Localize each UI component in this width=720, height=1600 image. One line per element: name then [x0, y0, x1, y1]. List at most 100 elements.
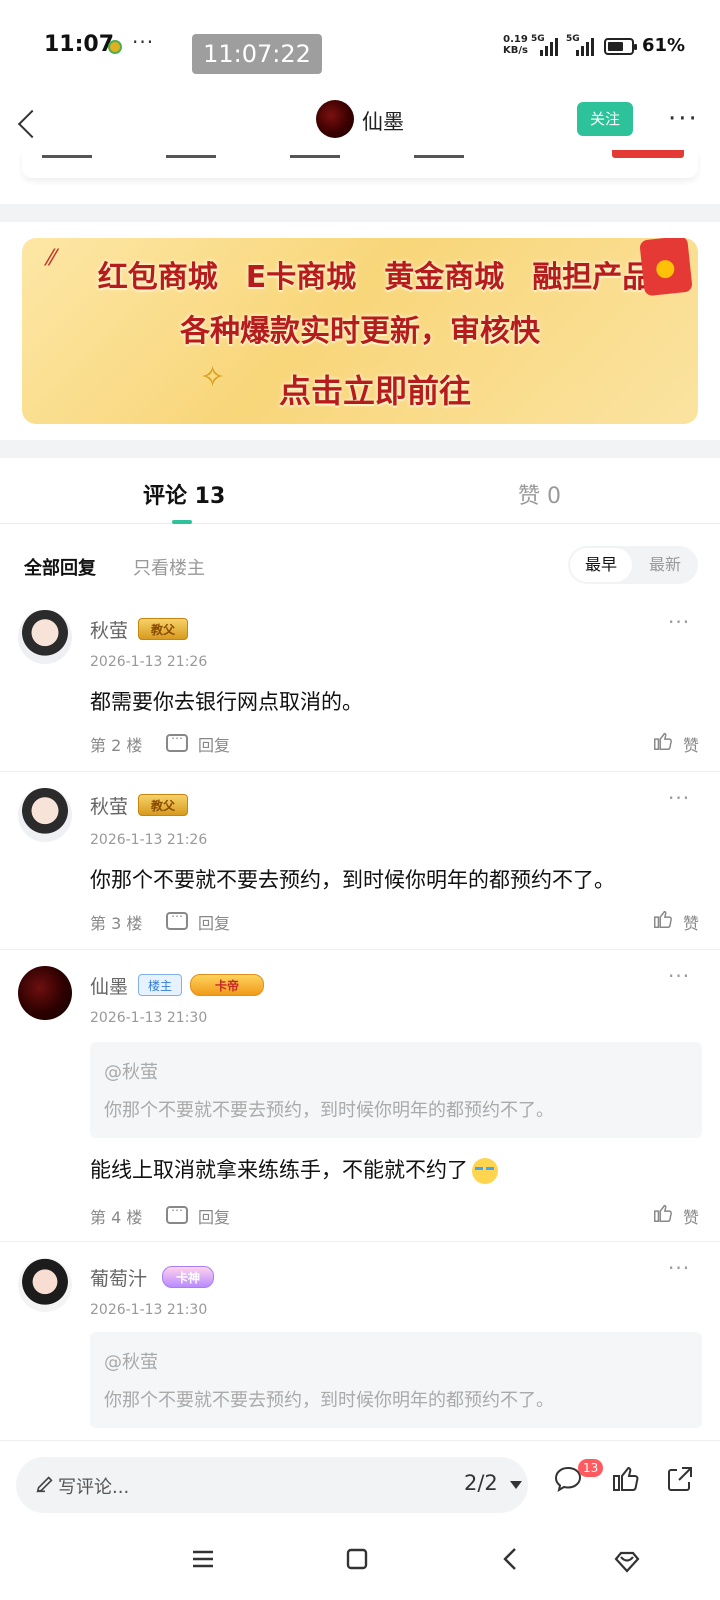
network-rate-value: 0.19 — [503, 34, 528, 45]
network-rate-unit: KB/s — [503, 45, 528, 56]
comment-more-icon[interactable]: ··· — [668, 964, 690, 988]
rank-badge: 教父 — [138, 794, 188, 816]
comment-text: 都需要你去银行网点取消的。 — [90, 690, 363, 714]
rank-badge: 卡神 — [162, 1266, 214, 1288]
like-button[interactable]: 赞 — [683, 910, 699, 934]
network-rate: 0.19 KB/s — [503, 34, 528, 56]
signal-bars-icon — [576, 38, 594, 56]
quote-text: 你那个不要就不要去预约，到时候你明年的都预约不了。 — [104, 1100, 554, 1121]
comment-item: 葡萄汁 卡神 ··· 2026-1-13 21:30 @秋萤 你那个不要就不要去… — [0, 1242, 720, 1440]
comment-more-icon[interactable]: ··· — [668, 610, 690, 634]
comment-time: 2026-1-13 21:26 — [90, 832, 208, 848]
rank-badge: 卡帝 — [190, 974, 264, 996]
reply-icon[interactable] — [166, 906, 188, 930]
pen-icon — [36, 1476, 53, 1493]
avatar[interactable] — [18, 788, 72, 842]
banner-item: E卡商城 — [245, 260, 357, 295]
quote-text: 你那个不要就不要去预约，到时候你明年的都预约不了。 — [104, 1390, 554, 1411]
thumbs-up-icon[interactable] — [652, 1202, 674, 1224]
banner-item: 黄金商城 — [384, 260, 505, 295]
author-name[interactable]: 仙墨 — [362, 106, 404, 136]
tab-likes[interactable]: 赞 0 — [518, 478, 561, 510]
sort-toggle: 最早 最新 — [568, 546, 698, 584]
sort-newest[interactable]: 最新 — [634, 548, 696, 582]
reply-button[interactable]: 回复 — [198, 732, 230, 756]
floor-number: 第 3 楼 — [90, 914, 143, 933]
more-options-icon[interactable]: ··· — [668, 104, 699, 134]
thumbs-up-icon[interactable] — [652, 730, 674, 752]
comment-author[interactable]: 秋萤 — [90, 616, 128, 643]
banner-line2: 各种爆款实时更新，审核快 — [180, 314, 540, 349]
comment-text: 能线上取消就拿来练练手，不能就不约了 — [90, 1154, 498, 1184]
bottom-action-bar: 写评论... 2/2 13 — [0, 1440, 720, 1520]
back-arrow-icon[interactable] — [14, 104, 44, 144]
previous-content-strip — [22, 150, 698, 178]
follow-button[interactable]: 关注 — [577, 102, 633, 136]
comment-input[interactable]: 写评论... 2/2 — [16, 1457, 528, 1513]
tab-comments[interactable]: 评论 13 — [143, 478, 225, 510]
like-button[interactable]: 赞 — [683, 1204, 699, 1228]
section-divider — [0, 204, 720, 222]
comment-author[interactable]: 秋萤 — [90, 792, 128, 819]
comment-text: 你那个不要就不要去预约，到时候你明年的都预约不了。 — [90, 868, 615, 892]
quote-mention: @秋萤 — [104, 1352, 158, 1373]
comment-author[interactable]: 葡萄汁 — [90, 1264, 147, 1291]
comment-input-placeholder: 写评论... — [58, 1477, 130, 1498]
section-divider — [0, 440, 720, 458]
floor-number: 第 2 楼 — [90, 736, 143, 755]
nav-back-icon[interactable] — [496, 1544, 526, 1574]
author-avatar[interactable] — [316, 100, 354, 138]
status-time: 11:07 — [44, 32, 115, 57]
status-more-icon: ··· — [132, 30, 155, 54]
system-navigation-bar — [0, 1520, 720, 1600]
filter-row: 全部回复 只看楼主 最早 最新 — [0, 540, 720, 590]
active-tab-indicator — [172, 520, 192, 524]
comment-item: 秋萤 教父 ··· 2026-1-13 21:26 你那个不要就不要去预约，到时… — [0, 772, 720, 950]
assistant-icon[interactable] — [612, 1544, 642, 1574]
comment-more-icon[interactable]: ··· — [668, 1256, 690, 1280]
promo-banner[interactable]: ⁄⁄ 红包商城 E卡商城 黄金商城 融担产品 各种爆款实时更新，审核快 ✧ 点击… — [22, 238, 698, 424]
thumbs-up-icon[interactable] — [610, 1463, 642, 1495]
home-square-icon[interactable] — [342, 1544, 372, 1574]
banner-cta[interactable]: 点击立即前往 — [22, 366, 698, 412]
app-notification-icon — [108, 40, 122, 54]
quoted-comment[interactable]: @秋萤 你那个不要就不要去预约，到时候你明年的都预约不了。 — [90, 1332, 702, 1428]
quote-mention: @秋萤 — [104, 1062, 158, 1083]
banner-item: 融担产品 — [532, 260, 653, 295]
screen-time-overlay: 11:07:22 — [192, 34, 322, 74]
comment-time: 2026-1-13 21:30 — [90, 1302, 208, 1318]
avatar[interactable] — [18, 966, 72, 1020]
avatar[interactable] — [18, 610, 72, 664]
comment-count-badge: 13 — [578, 1459, 604, 1477]
comment-time: 2026-1-13 21:26 — [90, 654, 208, 670]
red-packet-icon — [639, 238, 693, 297]
battery-percent: 61% — [642, 35, 686, 56]
top-bar: 仙墨 关注 ··· — [0, 92, 720, 156]
floor-number: 第 4 楼 — [90, 1208, 143, 1227]
sort-earliest[interactable]: 最早 — [570, 548, 632, 582]
quoted-comment[interactable]: @秋萤 你那个不要就不要去预约，到时候你明年的都预约不了。 — [90, 1042, 702, 1138]
signal-bars-icon — [540, 38, 558, 56]
rank-badge: 教父 — [138, 618, 188, 640]
menu-icon[interactable] — [188, 1544, 218, 1574]
reply-icon[interactable] — [166, 728, 188, 752]
comment-author[interactable]: 仙墨 — [90, 972, 128, 999]
thumbs-up-icon[interactable] — [652, 908, 674, 930]
chevron-down-icon[interactable] — [510, 1481, 522, 1489]
banner-item: 红包商城 — [97, 260, 218, 295]
filter-op-only[interactable]: 只看楼主 — [133, 554, 205, 580]
banner-line1: 红包商城 E卡商城 黄金商城 融担产品 — [22, 252, 698, 296]
comment-more-icon[interactable]: ··· — [668, 786, 690, 810]
reply-icon[interactable] — [166, 1200, 188, 1224]
filter-all-replies[interactable]: 全部回复 — [24, 554, 96, 580]
comment-item: 仙墨 楼主 卡帝 ··· 2026-1-13 21:30 @秋萤 你那个不要就不… — [0, 950, 720, 1242]
like-button[interactable]: 赞 — [683, 732, 699, 756]
status-bar: 11:07 ··· 11:07:22 0.19 KB/s 5G 5G 61% — [0, 0, 720, 92]
reply-button[interactable]: 回复 — [198, 1204, 230, 1228]
avatar[interactable] — [18, 1258, 72, 1312]
op-badge: 楼主 — [138, 974, 182, 996]
page-indicator[interactable]: 2/2 — [464, 1471, 498, 1495]
share-icon[interactable] — [664, 1463, 696, 1495]
crying-laughing-emoji-icon — [472, 1158, 498, 1184]
reply-button[interactable]: 回复 — [198, 910, 230, 934]
